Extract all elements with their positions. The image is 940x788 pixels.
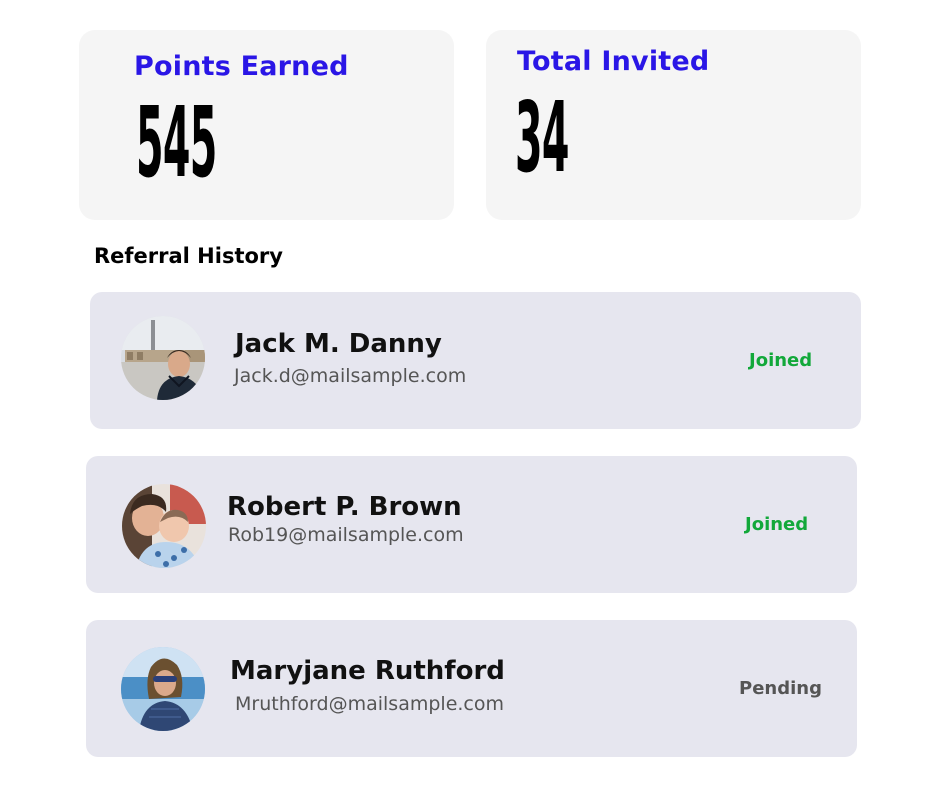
referral-history-title: Referral History [94, 244, 283, 268]
status-badge: Joined [749, 350, 813, 371]
avatar [122, 484, 206, 568]
points-earned-value: 545 [136, 86, 217, 201]
referral-email: Jack.d@mailsample.com [234, 365, 467, 387]
total-invited-label: Total Invited [517, 46, 710, 77]
referral-name: Robert P. Brown [227, 492, 462, 522]
status-badge: Pending [739, 678, 822, 699]
referral-row[interactable]: Maryjane Ruthford Mruthford@mailsample.c… [86, 620, 857, 757]
referral-row[interactable]: Jack M. Danny Jack.d@mailsample.com Join… [90, 292, 861, 429]
status-badge: Joined [745, 514, 809, 535]
points-earned-label: Points Earned [134, 51, 349, 82]
avatar [121, 647, 205, 731]
referral-email: Rob19@mailsample.com [228, 524, 464, 546]
referral-email: Mruthford@mailsample.com [235, 693, 504, 715]
referral-name: Jack M. Danny [235, 329, 442, 359]
avatar-photo-man-selfie [121, 316, 205, 400]
avatar [121, 316, 205, 400]
total-invited-value: 34 [515, 81, 569, 196]
avatar-photo-woman-beach [121, 647, 205, 731]
referral-row[interactable]: Robert P. Brown Rob19@mailsample.com Joi… [86, 456, 857, 593]
points-earned-card: Points Earned 545 [79, 30, 454, 220]
avatar-photo-parent-child [122, 484, 206, 568]
total-invited-card: Total Invited 34 [486, 30, 861, 220]
referral-name: Maryjane Ruthford [230, 656, 505, 686]
